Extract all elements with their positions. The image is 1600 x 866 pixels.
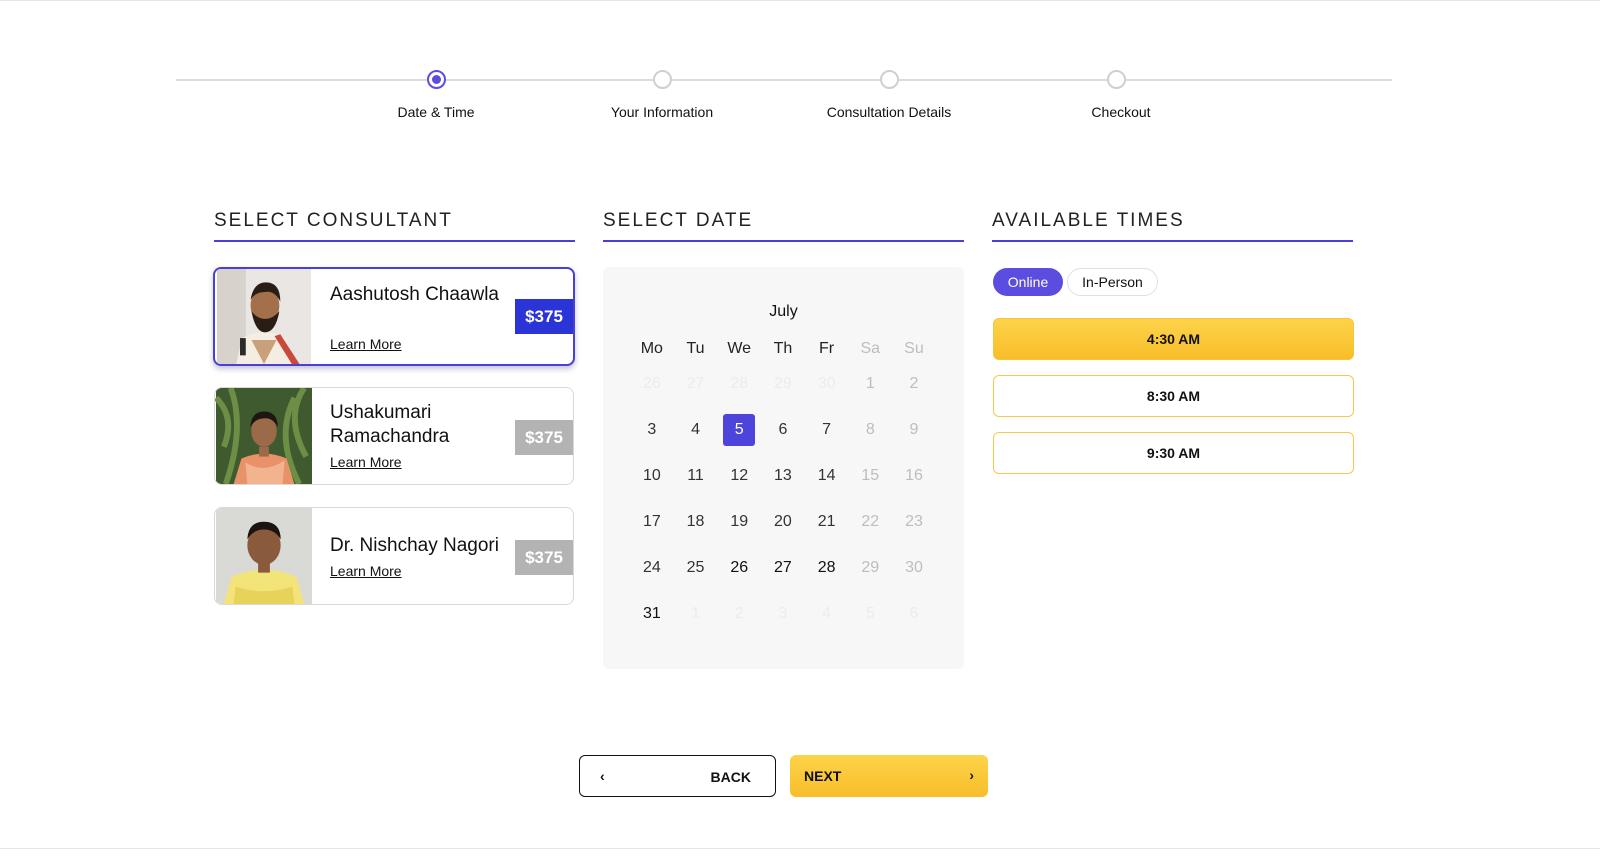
step-indicator: [652, 70, 672, 89]
consultant-name: Ushakumari Ramachandra: [330, 402, 450, 447]
calendar-day: 26: [642, 375, 661, 392]
consultant-photo: [216, 508, 312, 604]
weekday-label: Tu: [686, 340, 705, 357]
step-date-time[interactable]: Date & Time: [336, 70, 536, 120]
calendar-day: 30: [905, 559, 923, 576]
bottom-divider: [0, 848, 1600, 849]
calendar-day[interactable]: 31: [630, 591, 674, 637]
calendar-day: 29: [774, 375, 792, 392]
calendar-day[interactable]: 5: [717, 407, 761, 453]
weekday-label: Fr: [819, 340, 835, 357]
calendar-day[interactable]: 24: [630, 545, 674, 591]
weekday-label: Th: [773, 340, 793, 357]
time-slot[interactable]: 9:30 AM: [993, 432, 1354, 474]
learn-more-link[interactable]: Learn More: [330, 563, 402, 579]
selected-day[interactable]: 5: [723, 414, 756, 446]
calendar-day[interactable]: 18: [674, 499, 718, 545]
calendar-day[interactable]: 3: [630, 407, 674, 453]
calendar-day: 2: [734, 605, 744, 622]
back-button-label: BACK: [710, 769, 751, 785]
calendar-day: 6: [909, 605, 919, 622]
calendar-day: 23: [905, 513, 923, 530]
next-button-label: NEXT: [804, 768, 842, 784]
calendar-day[interactable]: 11: [674, 453, 718, 499]
consultant-card-aashutosh[interactable]: Aashutosh Chaawla Learn More $375: [213, 267, 575, 366]
step-indicator: [879, 70, 899, 89]
chevron-left-icon: ‹: [600, 768, 605, 784]
step-label: Consultation Details: [826, 104, 952, 120]
weekday-label: Mo: [640, 340, 663, 357]
calendar-day: 5: [865, 605, 875, 622]
calendar-day[interactable]: 13: [761, 453, 805, 499]
calendar-day[interactable]: 27: [761, 545, 805, 591]
consultant-card-ushakumari[interactable]: Ushakumari Ramachandra Learn More $375: [214, 387, 574, 485]
weekday-label: We: [727, 340, 752, 357]
calendar-day: 15: [861, 467, 880, 484]
calendar-day[interactable]: 12: [717, 453, 761, 499]
calendar-day[interactable]: 20: [761, 499, 805, 545]
calendar-day[interactable]: 17: [630, 499, 674, 545]
weekday-label: Sa: [860, 340, 881, 357]
select-consultant-heading: SELECT CONSULTANT: [214, 210, 575, 242]
step-consultation-details[interactable]: Consultation Details: [789, 70, 989, 120]
top-divider: [0, 0, 1600, 1]
calendar-day[interactable]: 6: [761, 407, 805, 453]
calendar-day: 1: [691, 605, 700, 622]
calendar-day[interactable]: 19: [717, 499, 761, 545]
calendar-day: 1: [865, 375, 875, 392]
calendar-day: 27: [686, 375, 705, 392]
available-times-heading: AVAILABLE TIMES: [992, 210, 1353, 242]
calendar-day[interactable]: 26: [717, 545, 761, 591]
calendar-grid: Mo Tu We Th Fr Sa Su 26 27 28 29 30 1 2 3 4 5 6 7 8 9 10 11 12 1…: [630, 337, 936, 637]
calendar-day[interactable]: 10: [630, 453, 674, 499]
learn-more-link[interactable]: Learn More: [330, 454, 402, 470]
price-badge: $375: [515, 299, 573, 334]
calendar-day: 8: [865, 421, 875, 438]
calendar-day: 29: [861, 559, 880, 576]
in-person-toggle[interactable]: In-Person: [1067, 268, 1158, 296]
consultant-name: Aashutosh Chaawla: [330, 284, 499, 305]
calendar-day: 4: [822, 605, 832, 622]
chevron-right-icon: ›: [969, 767, 974, 783]
weekday-label: Su: [904, 340, 924, 357]
calendar-day: 30: [817, 375, 836, 392]
calendar-day[interactable]: 14: [805, 453, 849, 499]
time-slot[interactable]: 8:30 AM: [993, 375, 1354, 417]
online-toggle[interactable]: Online: [993, 268, 1063, 296]
date-calendar: July Mo Tu We Th Fr Sa Su 26 27 28 29 30 1 2 3 4 5 6 7 8 9 10…: [603, 267, 964, 669]
calendar-day[interactable]: 4: [674, 407, 718, 453]
step-checkout[interactable]: Checkout: [1016, 70, 1216, 120]
calendar-day: 28: [730, 375, 749, 392]
consultant-photo: [216, 269, 312, 364]
calendar-day[interactable]: 25: [674, 545, 718, 591]
calendar-day[interactable]: 21: [805, 499, 849, 545]
learn-more-link[interactable]: Learn More: [330, 336, 402, 352]
calendar-day: 2: [909, 375, 919, 392]
calendar-day[interactable]: 7: [805, 407, 849, 453]
select-date-heading: SELECT DATE: [603, 210, 964, 242]
step-label: Checkout: [1091, 104, 1151, 120]
calendar-day: 9: [909, 421, 919, 438]
calendar-day[interactable]: 28: [805, 545, 849, 591]
next-button[interactable]: NEXT ›: [790, 755, 988, 797]
consultant-name: Dr. Nishchay Nagori: [330, 535, 499, 556]
calendar-month: July: [769, 303, 798, 320]
step-indicator-active: [426, 70, 446, 89]
consultant-card-nishchay[interactable]: Dr. Nishchay Nagori Learn More $375: [214, 507, 574, 605]
calendar-day: 22: [861, 513, 880, 530]
step-your-information[interactable]: Your Information: [562, 70, 762, 120]
step-indicator: [1106, 70, 1126, 89]
calendar-day: 3: [778, 605, 788, 622]
step-label: Date & Time: [397, 104, 475, 120]
price-badge: $375: [515, 540, 573, 575]
time-slot[interactable]: 4:30 AM: [993, 318, 1354, 360]
consultant-photo: [215, 388, 312, 484]
calendar-day: 16: [905, 467, 923, 484]
price-badge: $375: [515, 420, 573, 455]
step-label: Your Information: [610, 104, 714, 120]
back-button[interactable]: ‹ BACK: [579, 755, 776, 797]
